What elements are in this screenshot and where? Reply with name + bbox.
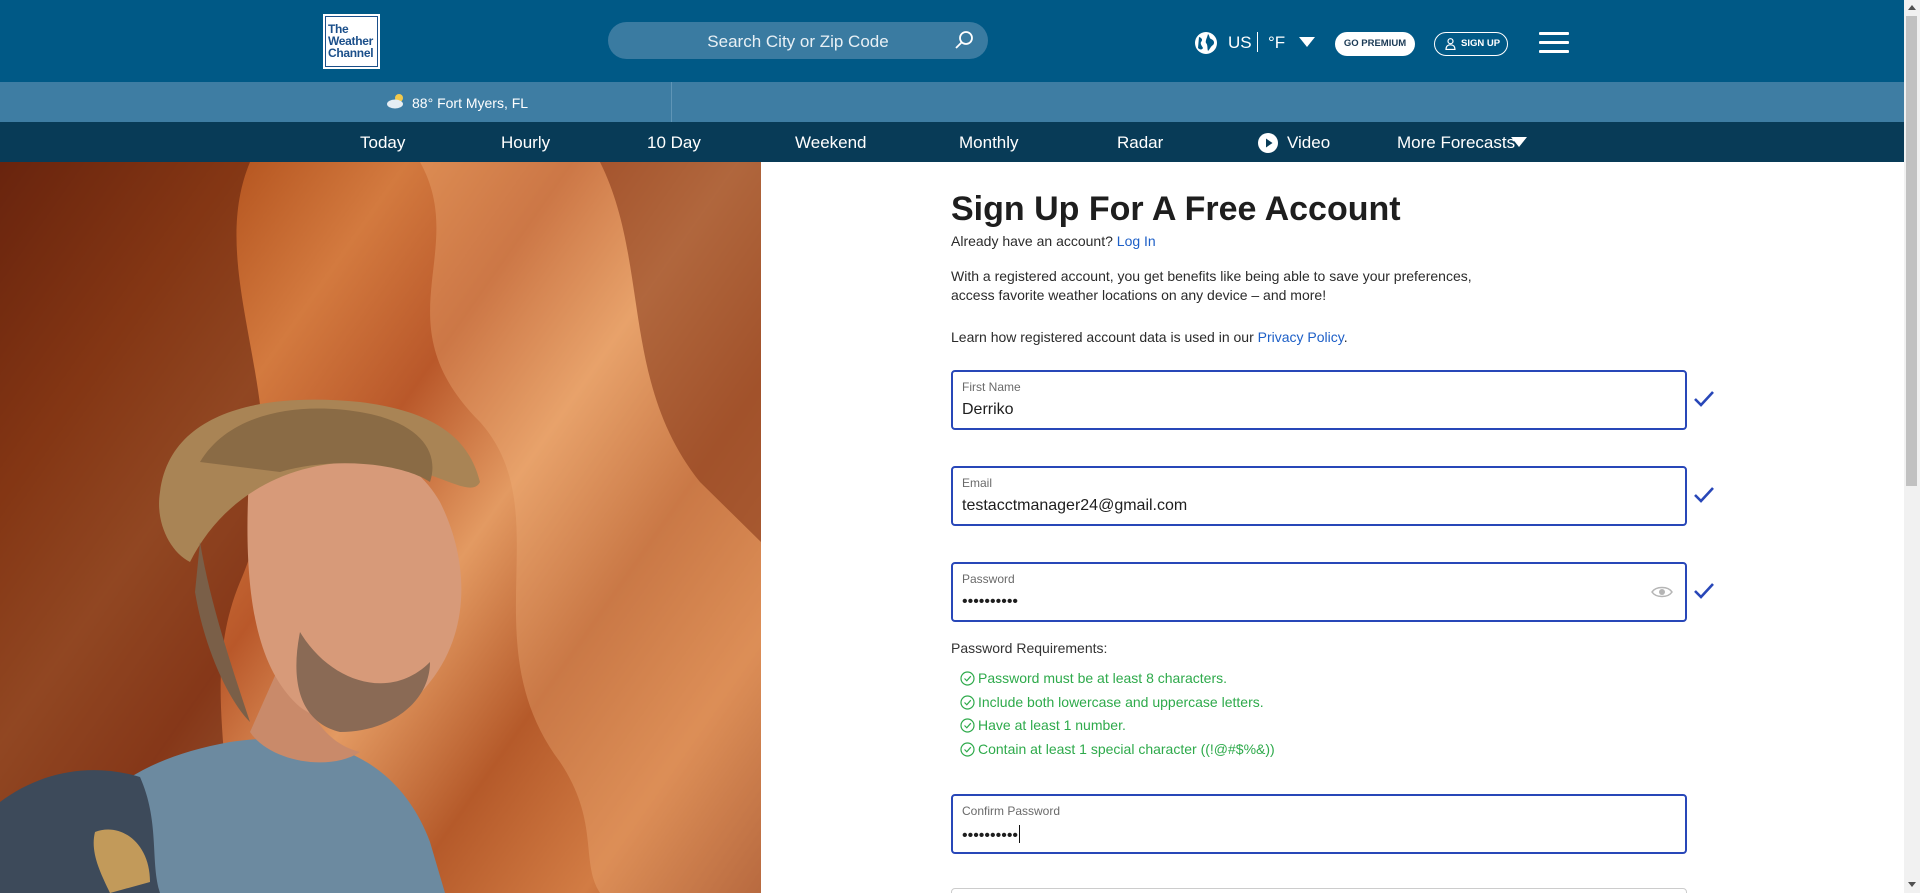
globe-icon[interactable]	[1194, 31, 1218, 55]
current-city: Fort Myers, FL	[437, 95, 529, 111]
search-input[interactable]: Search City or Zip Code	[608, 22, 988, 59]
check-circle-icon	[960, 718, 975, 733]
nav-hourly[interactable]: Hourly	[501, 133, 550, 153]
unit-divider	[1257, 32, 1258, 52]
page-title: Sign Up For A Free Account	[951, 190, 1401, 228]
chevron-down-icon[interactable]	[1299, 37, 1315, 47]
check-circle-icon	[960, 742, 975, 757]
log-in-link[interactable]: Log In	[1117, 233, 1156, 249]
more-forecasts-caret-icon[interactable]	[1511, 137, 1527, 147]
first-name-valid-check-icon	[1694, 391, 1714, 407]
password-requirements-title: Password Requirements:	[951, 640, 1108, 656]
nav-more-forecasts[interactable]: More Forecasts	[1397, 133, 1515, 153]
location-bar: 88° Fort Myers, FL	[0, 82, 1904, 122]
sign-up-label: SIGN UP	[1461, 38, 1501, 49]
email-label: Email	[962, 476, 993, 490]
scroll-down-arrow-icon[interactable]	[1908, 882, 1916, 887]
confirm-password-dots: ••••••••••	[962, 827, 1019, 844]
email-value: testacctmanager24@gmail.com	[962, 497, 1188, 514]
requirement-text: Contain at least 1 special character ((!…	[978, 741, 1275, 757]
email-field[interactable]: Email testacctmanager24@gmail.com	[951, 466, 1687, 526]
partly-cloudy-icon	[387, 94, 403, 109]
privacy-note: Learn how registered account data is use…	[951, 329, 1348, 345]
login-prompt: Already have an account? Log In	[951, 233, 1156, 249]
search-placeholder: Search City or Zip Code	[707, 32, 889, 51]
scroll-up-arrow-icon[interactable]	[1908, 5, 1916, 10]
privacy-suffix: .	[1343, 329, 1348, 345]
privacy-policy-link[interactable]: Privacy Policy	[1258, 329, 1344, 345]
user-icon	[1445, 38, 1456, 50]
unit-selector[interactable]: °F	[1268, 33, 1285, 53]
requirement-item: Password must be at least 8 characters.	[960, 670, 1227, 686]
requirement-text: Have at least 1 number.	[978, 717, 1126, 733]
current-location[interactable]: 88° Fort Myers, FL	[412, 95, 528, 111]
nav-monthly[interactable]: Monthly	[959, 133, 1019, 153]
requirement-item: Contain at least 1 special character ((!…	[960, 741, 1275, 757]
go-premium-button[interactable]: GO PREMIUM	[1335, 32, 1415, 56]
requirement-text: Include both lowercase and uppercase let…	[978, 694, 1264, 710]
password-field[interactable]: Password ••••••••••	[951, 562, 1687, 622]
password-value: ••••••••••	[962, 593, 1019, 610]
confirm-password-label: Confirm Password	[962, 804, 1061, 818]
text-cursor	[1019, 825, 1021, 843]
scrollbar-thumb[interactable]	[1906, 16, 1917, 486]
first-name-field[interactable]: First Name Derriko	[951, 370, 1687, 430]
logo-line-3: Channel	[328, 46, 374, 60]
first-name-value: Derriko	[962, 401, 1014, 418]
search-icon[interactable]	[954, 30, 974, 50]
eye-icon[interactable]	[1651, 584, 1673, 600]
weather-channel-logo[interactable]: The Weather Channel	[323, 14, 380, 69]
nav-10-day[interactable]: 10 Day	[647, 133, 701, 153]
region-selector[interactable]: US	[1228, 33, 1252, 53]
requirement-item: Include both lowercase and uppercase let…	[960, 694, 1264, 710]
requirement-text: Password must be at least 8 characters.	[978, 670, 1227, 686]
hiker-illustration	[0, 162, 761, 893]
menu-icon[interactable]	[1539, 32, 1569, 54]
nav-radar[interactable]: Radar	[1117, 133, 1163, 153]
confirm-password-value: ••••••••••	[962, 825, 1021, 845]
privacy-prefix: Learn how registered account data is use…	[951, 329, 1254, 345]
confirm-password-field[interactable]: Confirm Password ••••••••••	[951, 794, 1687, 854]
play-icon[interactable]	[1258, 133, 1278, 153]
forecast-nav: Today Hourly 10 Day Weekend Monthly Rada…	[0, 122, 1904, 162]
email-valid-check-icon	[1694, 487, 1714, 503]
nav-today[interactable]: Today	[360, 133, 405, 153]
benefits-line-1: With a registered account, you get benef…	[951, 268, 1472, 284]
have-account-text: Already have an account?	[951, 233, 1113, 249]
password-valid-check-icon	[1694, 583, 1714, 599]
first-name-label: First Name	[962, 380, 1021, 394]
sign-up-button[interactable]: SIGN UP	[1434, 32, 1508, 56]
location-divider	[671, 82, 672, 122]
check-circle-icon	[960, 695, 975, 710]
benefits-line-2: access favorite weather locations on any…	[951, 287, 1327, 303]
password-label: Password	[962, 572, 1015, 586]
check-circle-icon	[960, 671, 975, 686]
next-field-edge	[951, 888, 1687, 893]
hero-photo	[0, 162, 761, 893]
nav-video[interactable]: Video	[1287, 133, 1330, 153]
requirement-item: Have at least 1 number.	[960, 717, 1126, 733]
nav-weekend[interactable]: Weekend	[795, 133, 867, 153]
current-temp: 88°	[412, 95, 434, 111]
